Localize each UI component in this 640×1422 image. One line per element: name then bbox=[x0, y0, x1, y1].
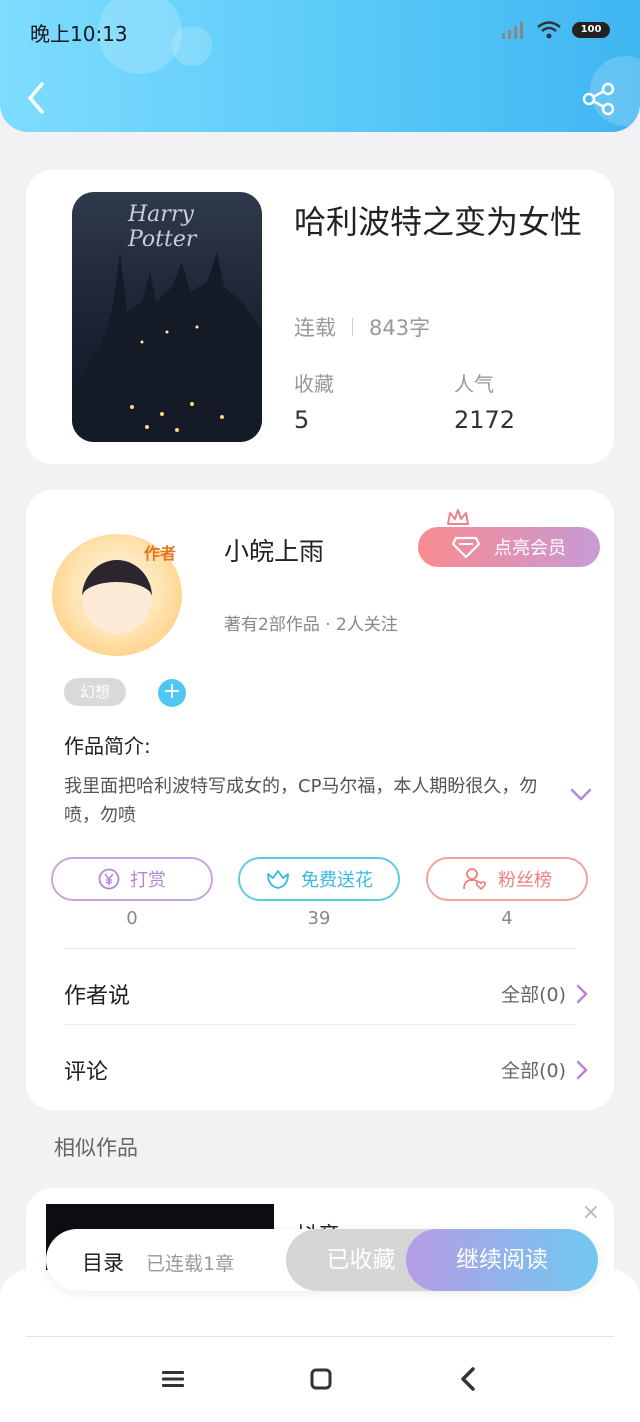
similar-works-title: 相似作品 bbox=[54, 1136, 138, 1160]
battery-icon: 100 bbox=[572, 22, 610, 38]
stat-label-favorites: 收藏 bbox=[294, 372, 334, 396]
genre-tag[interactable]: 幻想 bbox=[64, 678, 126, 706]
reward-count: 0 bbox=[126, 908, 138, 929]
bottom-sheet bbox=[0, 1270, 640, 1422]
flower-icon bbox=[267, 870, 289, 889]
book-title: 哈利波特之变为女性 bbox=[294, 203, 583, 241]
author-says-all-link[interactable]: 全部(0) bbox=[501, 980, 588, 1007]
fans-count: 4 bbox=[501, 908, 513, 929]
intro-text: 我里面把哈利波特写成女的，CP马尔福，本人期盼很久，勿喷，勿喷 bbox=[64, 776, 538, 826]
divider bbox=[64, 948, 576, 949]
stat-label-popularity: 人气 bbox=[454, 372, 494, 396]
vip-button[interactable]: 点亮会员 bbox=[418, 527, 600, 567]
reward-label: 打赏 bbox=[130, 870, 166, 891]
stat-value-popularity: 2172 bbox=[454, 406, 516, 434]
meta-divider bbox=[352, 318, 353, 336]
toc-button[interactable]: 目录 bbox=[82, 1247, 124, 1277]
send-flower-button[interactable]: 免费送花 bbox=[238, 857, 400, 901]
header-bar: 晚上10:13 100 bbox=[0, 0, 640, 132]
chevron-down-icon[interactable] bbox=[570, 788, 592, 802]
book-word-count: 843字 bbox=[369, 316, 431, 340]
nav-back-icon[interactable] bbox=[456, 1366, 482, 1392]
continue-reading-button[interactable]: 继续阅读 bbox=[406, 1229, 598, 1291]
divider bbox=[64, 1024, 576, 1025]
author-says-label[interactable]: 作者说 bbox=[64, 978, 130, 1010]
author-name[interactable]: 小皖上雨 bbox=[224, 532, 324, 568]
signal-icon bbox=[502, 22, 523, 39]
stat-value-favorites: 5 bbox=[294, 406, 310, 434]
fans-ranking-button[interactable]: 粉丝榜 bbox=[426, 857, 588, 901]
author-subtitle: 著有2部作品 · 2人关注 bbox=[224, 615, 398, 635]
fans-icon bbox=[463, 868, 487, 891]
comments-all-link[interactable]: 全部(0) bbox=[501, 1056, 588, 1083]
menu-icon[interactable] bbox=[160, 1366, 186, 1392]
status-icons: 100 bbox=[500, 20, 610, 40]
author-says-all-label: 全部(0) bbox=[501, 984, 566, 1006]
back-icon[interactable] bbox=[22, 80, 52, 116]
book-status: 连载 bbox=[294, 316, 336, 340]
add-tag-button[interactable]: + bbox=[158, 679, 186, 707]
comments-label[interactable]: 评论 bbox=[64, 1054, 108, 1086]
status-bar: 晚上10:13 100 bbox=[30, 18, 610, 46]
reward-button[interactable]: 打赏 bbox=[51, 857, 213, 901]
toc-chapter-count: 已连载1章 bbox=[146, 1253, 235, 1275]
author-badge: 作者 bbox=[143, 544, 176, 563]
author-card: 作者 小皖上雨 著有2部作品 · 2人关注 点亮会员 幻想 + 作品简介: 我里… bbox=[26, 490, 614, 1110]
book-meta: 连载 843字 bbox=[294, 312, 430, 342]
home-icon[interactable] bbox=[308, 1366, 334, 1392]
crown-icon bbox=[447, 509, 469, 525]
reading-action-bar: 目录 已连载1章 已收藏 继续阅读 bbox=[46, 1229, 598, 1291]
close-icon[interactable]: × bbox=[582, 1200, 600, 1225]
flower-count: 39 bbox=[307, 908, 331, 929]
wifi-icon bbox=[537, 21, 561, 39]
status-time: 晚上10:13 bbox=[30, 22, 128, 46]
chevron-right-icon bbox=[576, 1060, 588, 1079]
avatar[interactable]: 作者 bbox=[52, 534, 182, 656]
castle-illustration bbox=[72, 252, 262, 442]
chevron-right-icon bbox=[576, 984, 588, 1003]
book-info-card: Harry Potter 哈利波特之变为女性 连载 843字 收藏 5 人气 2… bbox=[26, 170, 614, 464]
send-flower-label: 免费送花 bbox=[301, 870, 373, 891]
book-cover[interactable]: Harry Potter bbox=[72, 192, 262, 442]
avatar-face bbox=[82, 560, 152, 634]
diamond-icon bbox=[452, 536, 480, 558]
intro-title: 作品简介: bbox=[64, 734, 151, 758]
divider bbox=[26, 1336, 614, 1337]
yen-icon bbox=[98, 868, 120, 890]
share-icon[interactable] bbox=[582, 82, 616, 116]
vip-button-label: 点亮会员 bbox=[494, 538, 566, 559]
fans-ranking-label: 粉丝榜 bbox=[498, 870, 552, 891]
comments-all-label: 全部(0) bbox=[501, 1060, 566, 1082]
